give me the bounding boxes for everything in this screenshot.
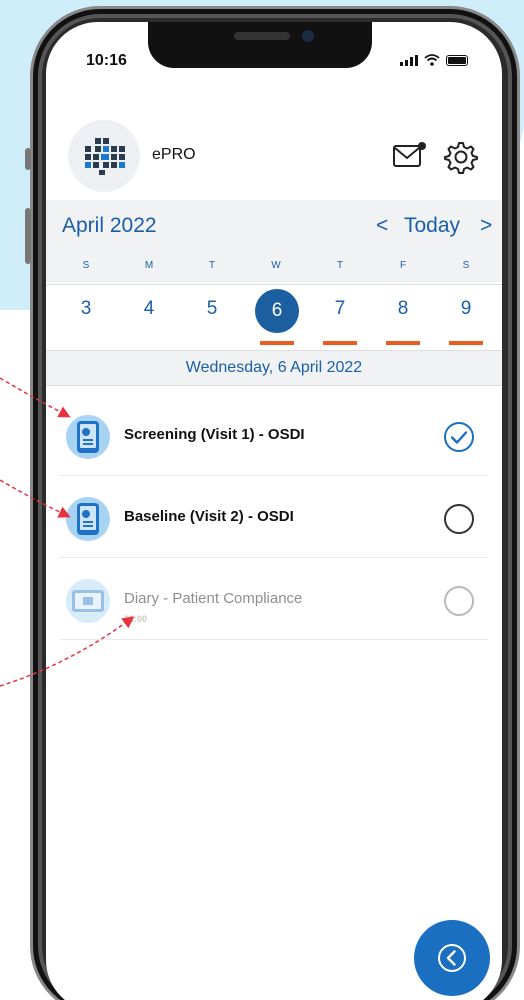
- calendar-header: April 2022 < Today > S M T W T F S: [46, 200, 502, 282]
- weekday-label: S: [462, 260, 470, 271]
- phone-screen: 10:16 ePRO April 2022 < Today > S M T W …: [46, 22, 502, 1000]
- task-title: Baseline (Visit 2) - OSDI: [124, 508, 294, 525]
- task-marker: [260, 341, 294, 345]
- date-cell-selected[interactable]: 6: [255, 289, 299, 333]
- chevron-left-circle-icon: [438, 944, 466, 972]
- weekday-label: M: [144, 260, 154, 271]
- today-button[interactable]: Today: [404, 214, 460, 238]
- weekday-label: S: [82, 260, 90, 271]
- task-item-diary[interactable]: Diary - Patient Compliance 21:00: [60, 560, 488, 640]
- app-header: ePRO: [46, 120, 502, 198]
- week-dates-row: 3 4 5 6 7 8 9: [46, 284, 502, 348]
- front-camera: [302, 30, 314, 42]
- weekday-label: T: [336, 260, 344, 271]
- weekday-label: F: [399, 260, 407, 271]
- settings-gear-icon[interactable]: [444, 140, 478, 174]
- mail-icon[interactable]: [392, 140, 428, 170]
- task-item-screening[interactable]: Screening (Visit 1) - OSDI: [60, 396, 488, 476]
- task-marker: [449, 341, 483, 345]
- date-cell[interactable]: 4: [129, 297, 169, 321]
- task-marker: [323, 341, 357, 345]
- task-marker: [386, 341, 420, 345]
- task-title: Screening (Visit 1) - OSDI: [124, 426, 305, 443]
- date-cell[interactable]: 3: [66, 297, 106, 321]
- questionnaire-icon: [66, 415, 110, 459]
- date-cell[interactable]: 8: [383, 297, 423, 321]
- mute-switch: [25, 148, 31, 170]
- weekday-label: T: [208, 260, 216, 271]
- empty-circle-icon[interactable]: [442, 584, 476, 618]
- selected-day-label: Wednesday, 6 April 2022: [46, 350, 502, 386]
- battery-icon: [446, 54, 468, 66]
- back-fab-button[interactable]: [414, 920, 490, 996]
- empty-circle-icon[interactable]: [442, 502, 476, 536]
- status-icons: [400, 54, 468, 66]
- completed-check-icon[interactable]: [442, 420, 476, 454]
- task-title: Diary - Patient Compliance: [124, 590, 303, 607]
- next-week-button[interactable]: >: [480, 214, 492, 238]
- wifi-icon: [424, 54, 440, 66]
- date-cell[interactable]: 9: [446, 297, 486, 321]
- signal-icon: [400, 54, 418, 66]
- previous-week-button[interactable]: <: [376, 214, 388, 238]
- app-logo: [68, 120, 140, 192]
- month-label: April 2022: [62, 214, 157, 237]
- task-time: 21:00: [124, 614, 148, 624]
- app-name: ePRO: [152, 146, 196, 163]
- status-time: 10:16: [86, 52, 127, 69]
- task-item-baseline[interactable]: Baseline (Visit 2) - OSDI: [60, 478, 488, 558]
- volume-up-button: [25, 208, 31, 264]
- questionnaire-icon: [66, 497, 110, 541]
- date-cell[interactable]: 5: [192, 297, 232, 321]
- weekday-label: W: [271, 260, 281, 271]
- speaker: [234, 32, 290, 40]
- diary-icon: [66, 579, 110, 623]
- logo-icon: [85, 138, 125, 175]
- notch: [148, 22, 372, 68]
- date-cell[interactable]: 7: [320, 297, 360, 321]
